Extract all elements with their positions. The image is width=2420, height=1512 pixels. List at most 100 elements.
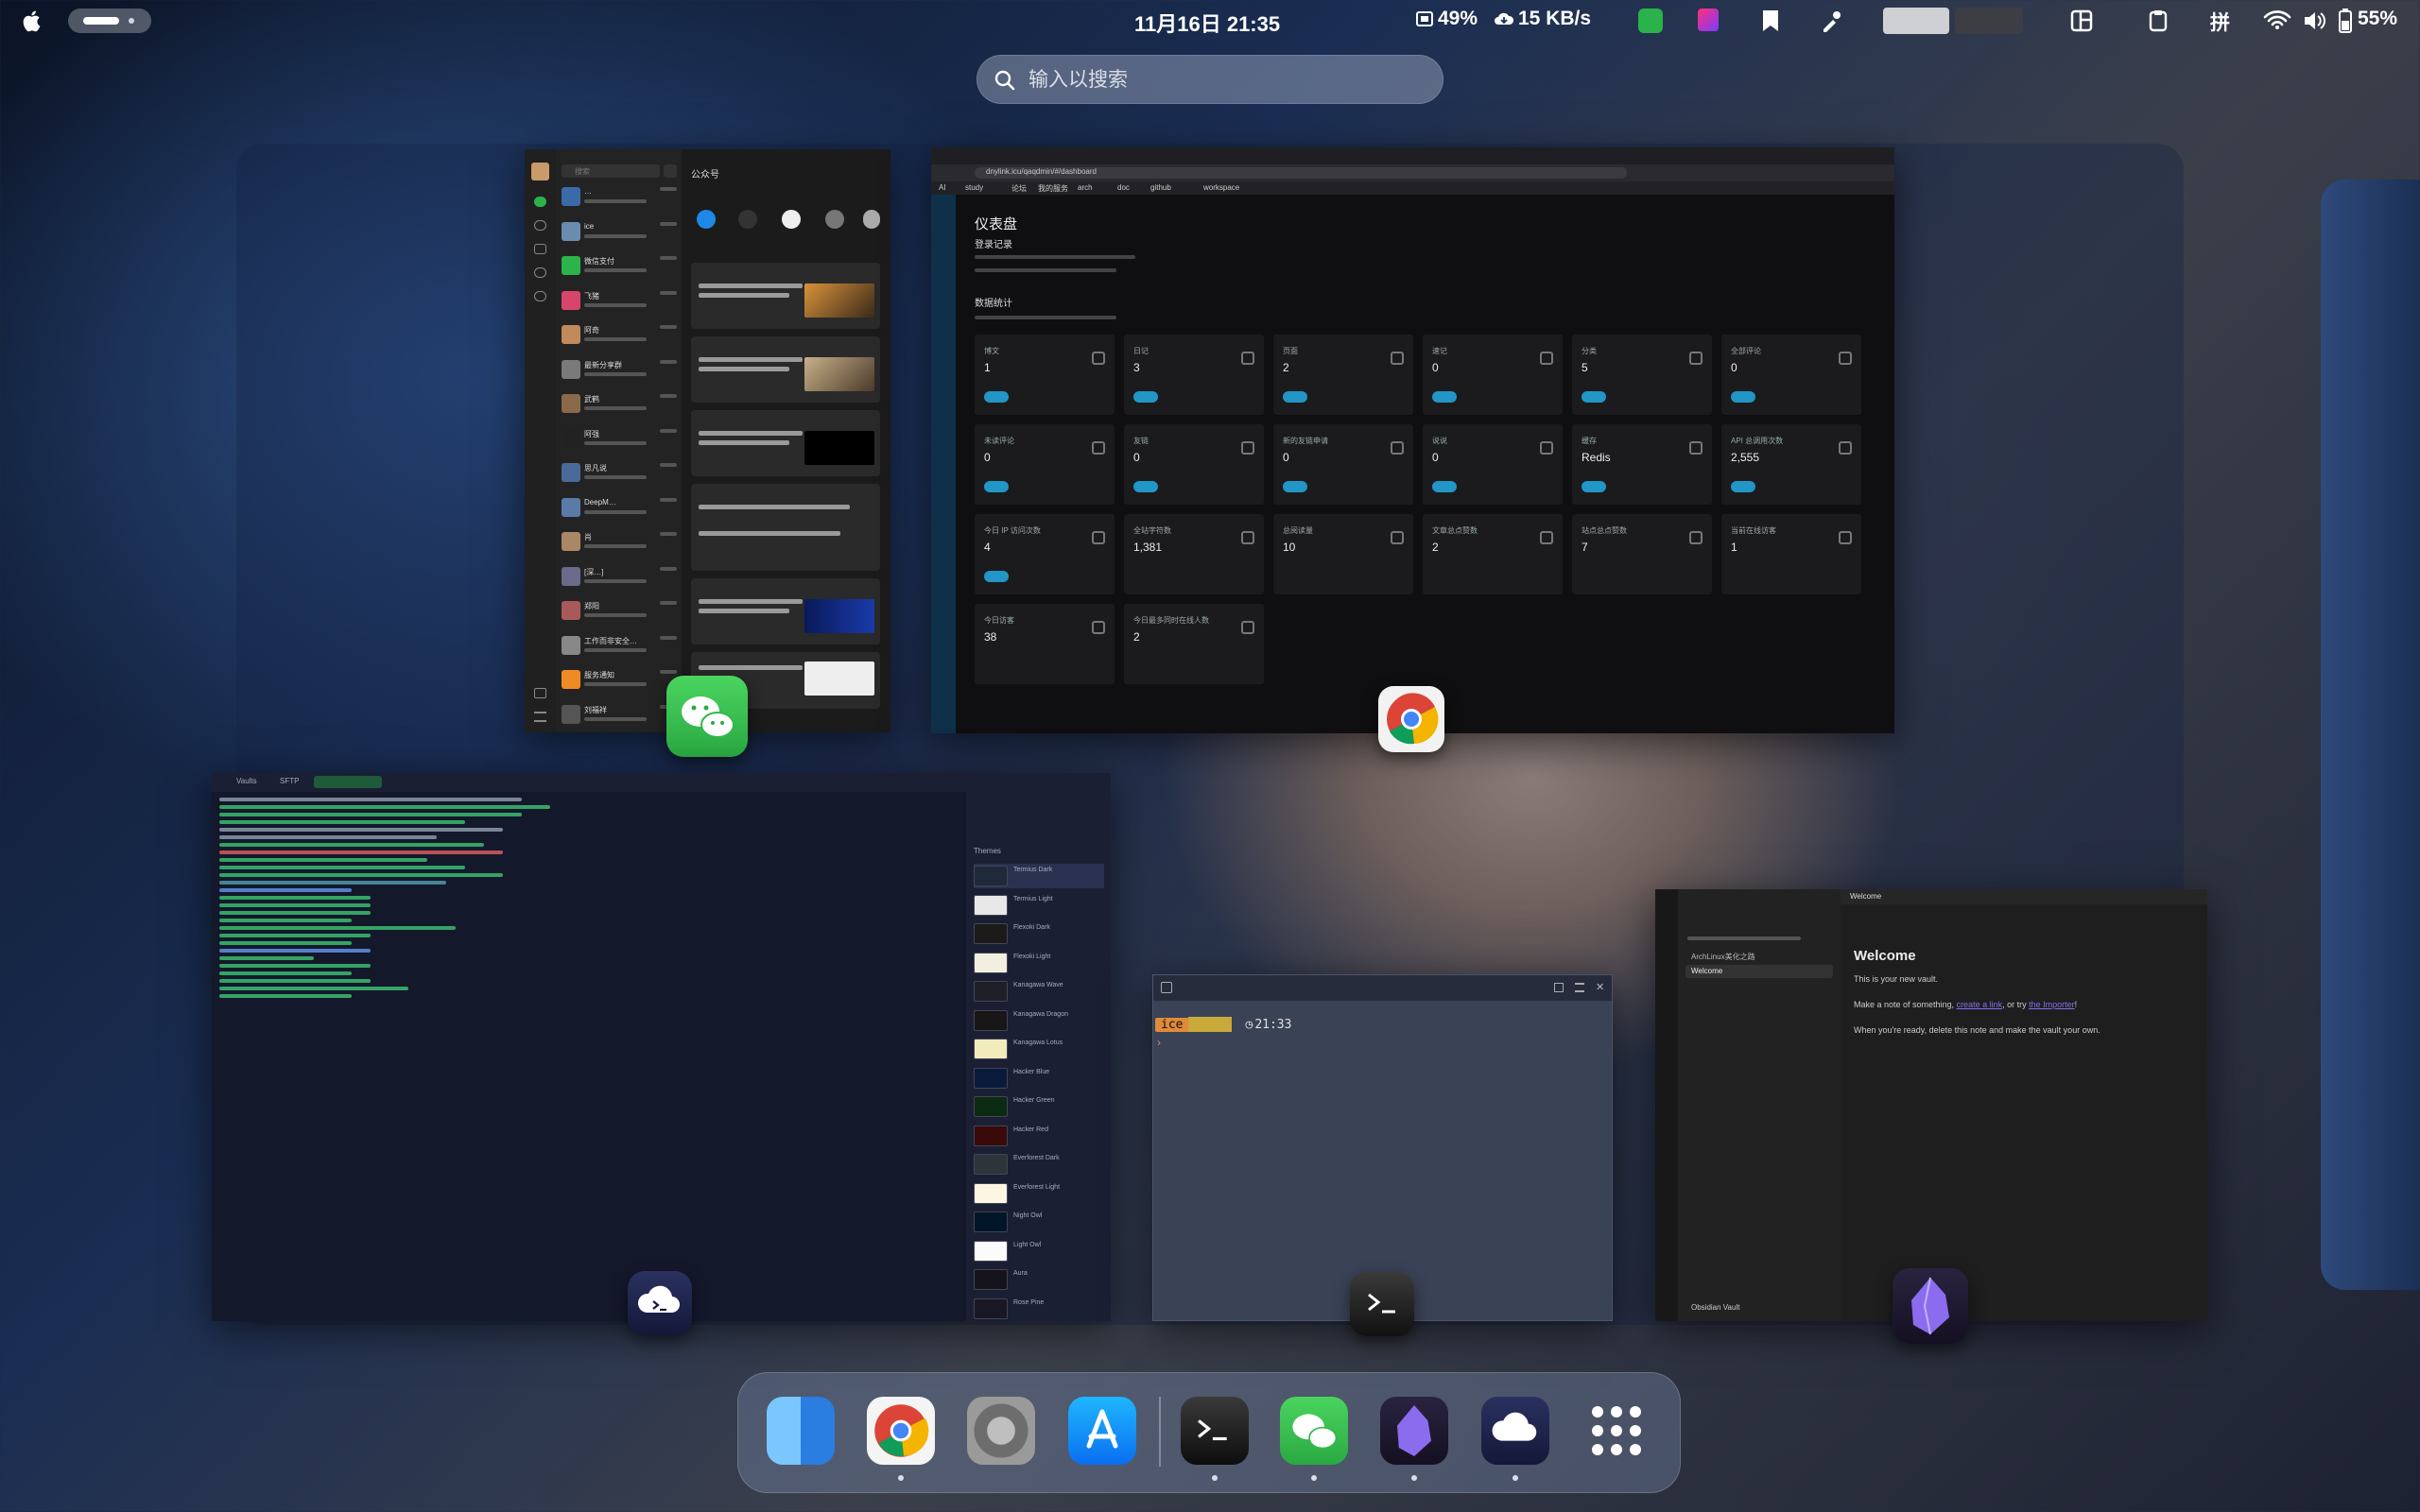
moments-icon[interactable]: [534, 267, 546, 278]
bookmark-item[interactable]: 论坛: [1011, 183, 1027, 194]
clock[interactable]: 11月16日 21:35: [1134, 8, 1280, 38]
clipboard-icon[interactable]: [2148, 9, 2169, 32]
tab-session[interactable]: [314, 776, 382, 788]
chat-list-item[interactable]: DeepM…: [560, 494, 679, 524]
volume-icon[interactable]: [2303, 9, 2327, 32]
wifi-icon[interactable]: [2263, 9, 2291, 30]
theme-item[interactable]: Kanagawa Lotus: [974, 1037, 1104, 1061]
theme-item[interactable]: Night Owl: [974, 1210, 1104, 1234]
create-link[interactable]: create a link: [1957, 1000, 2003, 1009]
add-chat-button[interactable]: [664, 164, 677, 178]
article-card[interactable]: [691, 336, 880, 403]
chat-list-item[interactable]: ice: [560, 218, 679, 249]
bookmark-item[interactable]: doc: [1117, 183, 1130, 192]
wechat-tray-icon[interactable]: [1638, 9, 1663, 33]
chat-list-item[interactable]: 服务通知: [560, 666, 679, 696]
stat-action-button[interactable]: [1582, 481, 1606, 492]
article-card[interactable]: [691, 410, 880, 476]
bookmark-item[interactable]: github: [1150, 183, 1171, 192]
wechat-app-badge[interactable]: [666, 676, 748, 757]
theme-item[interactable]: Hacker Blue: [974, 1066, 1104, 1091]
stat-action-button[interactable]: [1283, 481, 1307, 492]
eyedropper-icon[interactable]: [1820, 9, 1842, 33]
stat-action-button[interactable]: [1133, 391, 1158, 403]
chat-list-item[interactable]: 微信支付: [560, 252, 679, 283]
theme-item[interactable]: Termius Light: [974, 893, 1104, 918]
tab-sftp[interactable]: SFTP: [280, 777, 299, 785]
chat-list-item[interactable]: 肖: [560, 528, 679, 558]
tree-item[interactable]: ArchLinux美化之路: [1691, 952, 1755, 962]
stat-action-button[interactable]: [984, 481, 1009, 492]
article-card[interactable]: [691, 578, 880, 644]
tab-strip[interactable]: [931, 147, 1894, 164]
app-store-icon[interactable]: [1068, 1397, 1136, 1465]
chat-list-item[interactable]: [深…]: [560, 563, 679, 593]
address-bar[interactable]: dnylink.icu/qaqdmin/#/dashboard: [975, 167, 1627, 179]
theme-item[interactable]: Hacker Green: [974, 1094, 1104, 1119]
phone-icon[interactable]: [534, 688, 546, 698]
terminal-dock-icon[interactable]: [1181, 1397, 1249, 1465]
importer-link[interactable]: the Importer: [2029, 1000, 2075, 1009]
terminal-output[interactable]: [212, 792, 966, 1321]
control-button-light[interactable]: [1883, 8, 1949, 34]
termius-dock-icon[interactable]: [1481, 1397, 1549, 1465]
space-switcher[interactable]: [68, 9, 151, 33]
stat-action-button[interactable]: [1432, 481, 1457, 492]
theme-item[interactable]: Flexoki Dark: [974, 921, 1104, 946]
search-input[interactable]: [1028, 67, 1426, 94]
stat-action-button[interactable]: [1133, 481, 1158, 492]
chat-search-field[interactable]: 搜索: [562, 164, 660, 178]
chat-list-item[interactable]: 阿奇: [560, 321, 679, 352]
obsidian-dock-icon[interactable]: [1380, 1397, 1448, 1465]
bookmark-item[interactable]: AI: [939, 183, 946, 192]
stat-action-button[interactable]: [1582, 391, 1606, 403]
theme-item[interactable]: Kanagawa Dragon: [974, 1008, 1104, 1033]
stat-action-button[interactable]: [1731, 391, 1755, 403]
theme-item[interactable]: Flexoki Light: [974, 951, 1104, 975]
terminal-app-badge[interactable]: [1350, 1272, 1414, 1336]
terminal-window[interactable]: ✕ ice ◷ 21:33 ›: [1152, 974, 1613, 1321]
settings-icon[interactable]: [967, 1397, 1035, 1465]
chrome-window[interactable]: dnylink.icu/qaqdmin/#/dashboard AI study 论…: [931, 147, 1894, 733]
input-method[interactable]: 拼: [2210, 8, 2230, 36]
channels-icon[interactable]: [534, 291, 546, 301]
obsidian-window[interactable]: ArchLinux美化之路 Welcome Obsidian Vault Wel…: [1655, 889, 2207, 1321]
app-tray-icon[interactable]: [1698, 9, 1719, 31]
theme-item[interactable]: Kanagawa Wave: [974, 979, 1104, 1004]
favorites-icon[interactable]: [534, 244, 546, 254]
bookmark-item[interactable]: arch: [1078, 183, 1093, 192]
obsidian-app-badge[interactable]: [1893, 1268, 1968, 1344]
tab-vaults[interactable]: Vaults: [236, 777, 257, 785]
ribbon[interactable]: [1655, 889, 1678, 1321]
stat-action-button[interactable]: [984, 391, 1009, 403]
theme-item[interactable]: Everforest Light: [974, 1181, 1104, 1206]
new-tab-icon[interactable]: [1161, 982, 1172, 993]
tree-item[interactable]: Welcome: [1691, 967, 1722, 975]
theme-item[interactable]: Hacker Red: [974, 1124, 1104, 1148]
finder-icon[interactable]: [767, 1397, 835, 1465]
layout-icon[interactable]: [2070, 9, 2093, 33]
search-bar[interactable]: [977, 55, 1443, 104]
theme-item[interactable]: Light Owl: [974, 1239, 1104, 1263]
menu-icon[interactable]: [1575, 983, 1584, 992]
wechat-dock-icon[interactable]: [1280, 1397, 1348, 1465]
chat-list-item[interactable]: 刘福祥: [560, 701, 679, 731]
bookmark-icon[interactable]: [1760, 9, 1781, 33]
stat-action-button[interactable]: [984, 571, 1009, 582]
account-avatar-row[interactable]: [691, 208, 880, 236]
stat-action-button[interactable]: [1432, 391, 1457, 403]
chat-icon[interactable]: [534, 197, 546, 207]
stat-action-button[interactable]: [1283, 391, 1307, 403]
article-card[interactable]: [691, 484, 880, 571]
chrome-dock-icon[interactable]: [867, 1397, 935, 1465]
bookmark-item[interactable]: workspace: [1203, 183, 1239, 192]
bookmark-item[interactable]: study: [965, 183, 983, 192]
stat-action-button[interactable]: [1731, 481, 1755, 492]
tab-welcome[interactable]: Welcome: [1850, 892, 1881, 901]
chat-list-item[interactable]: 工作而非安全…: [560, 632, 679, 662]
avatar[interactable]: [531, 163, 549, 180]
article-card[interactable]: [691, 263, 880, 329]
theme-item[interactable]: Rose Pine: [974, 1297, 1104, 1321]
termius-window[interactable]: Vaults SFTP Themes Termius Dark Termius L…: [212, 773, 1111, 1321]
termius-app-badge[interactable]: [628, 1271, 692, 1335]
